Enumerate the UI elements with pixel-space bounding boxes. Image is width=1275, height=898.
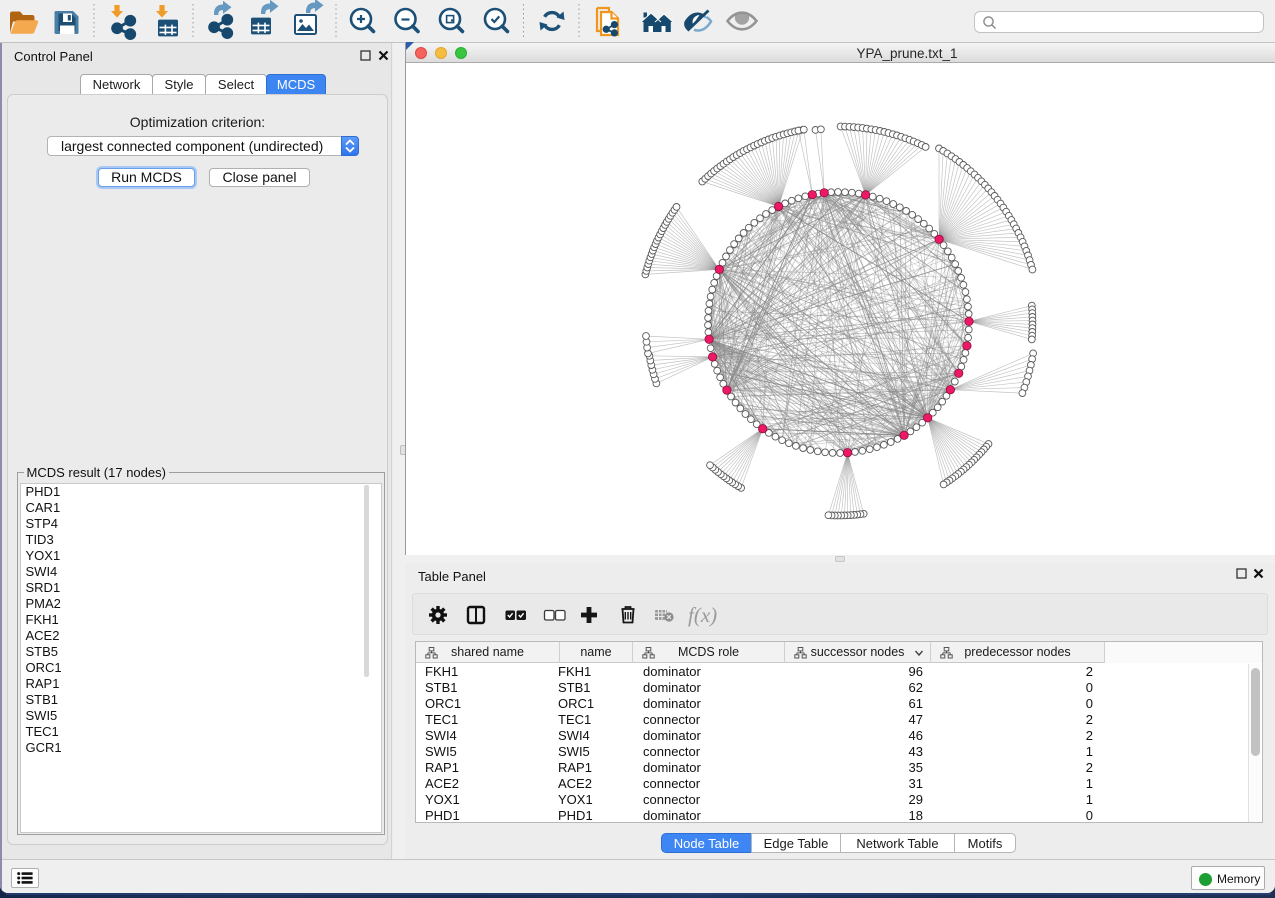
svg-text:f(x): f(x) [688,603,717,627]
